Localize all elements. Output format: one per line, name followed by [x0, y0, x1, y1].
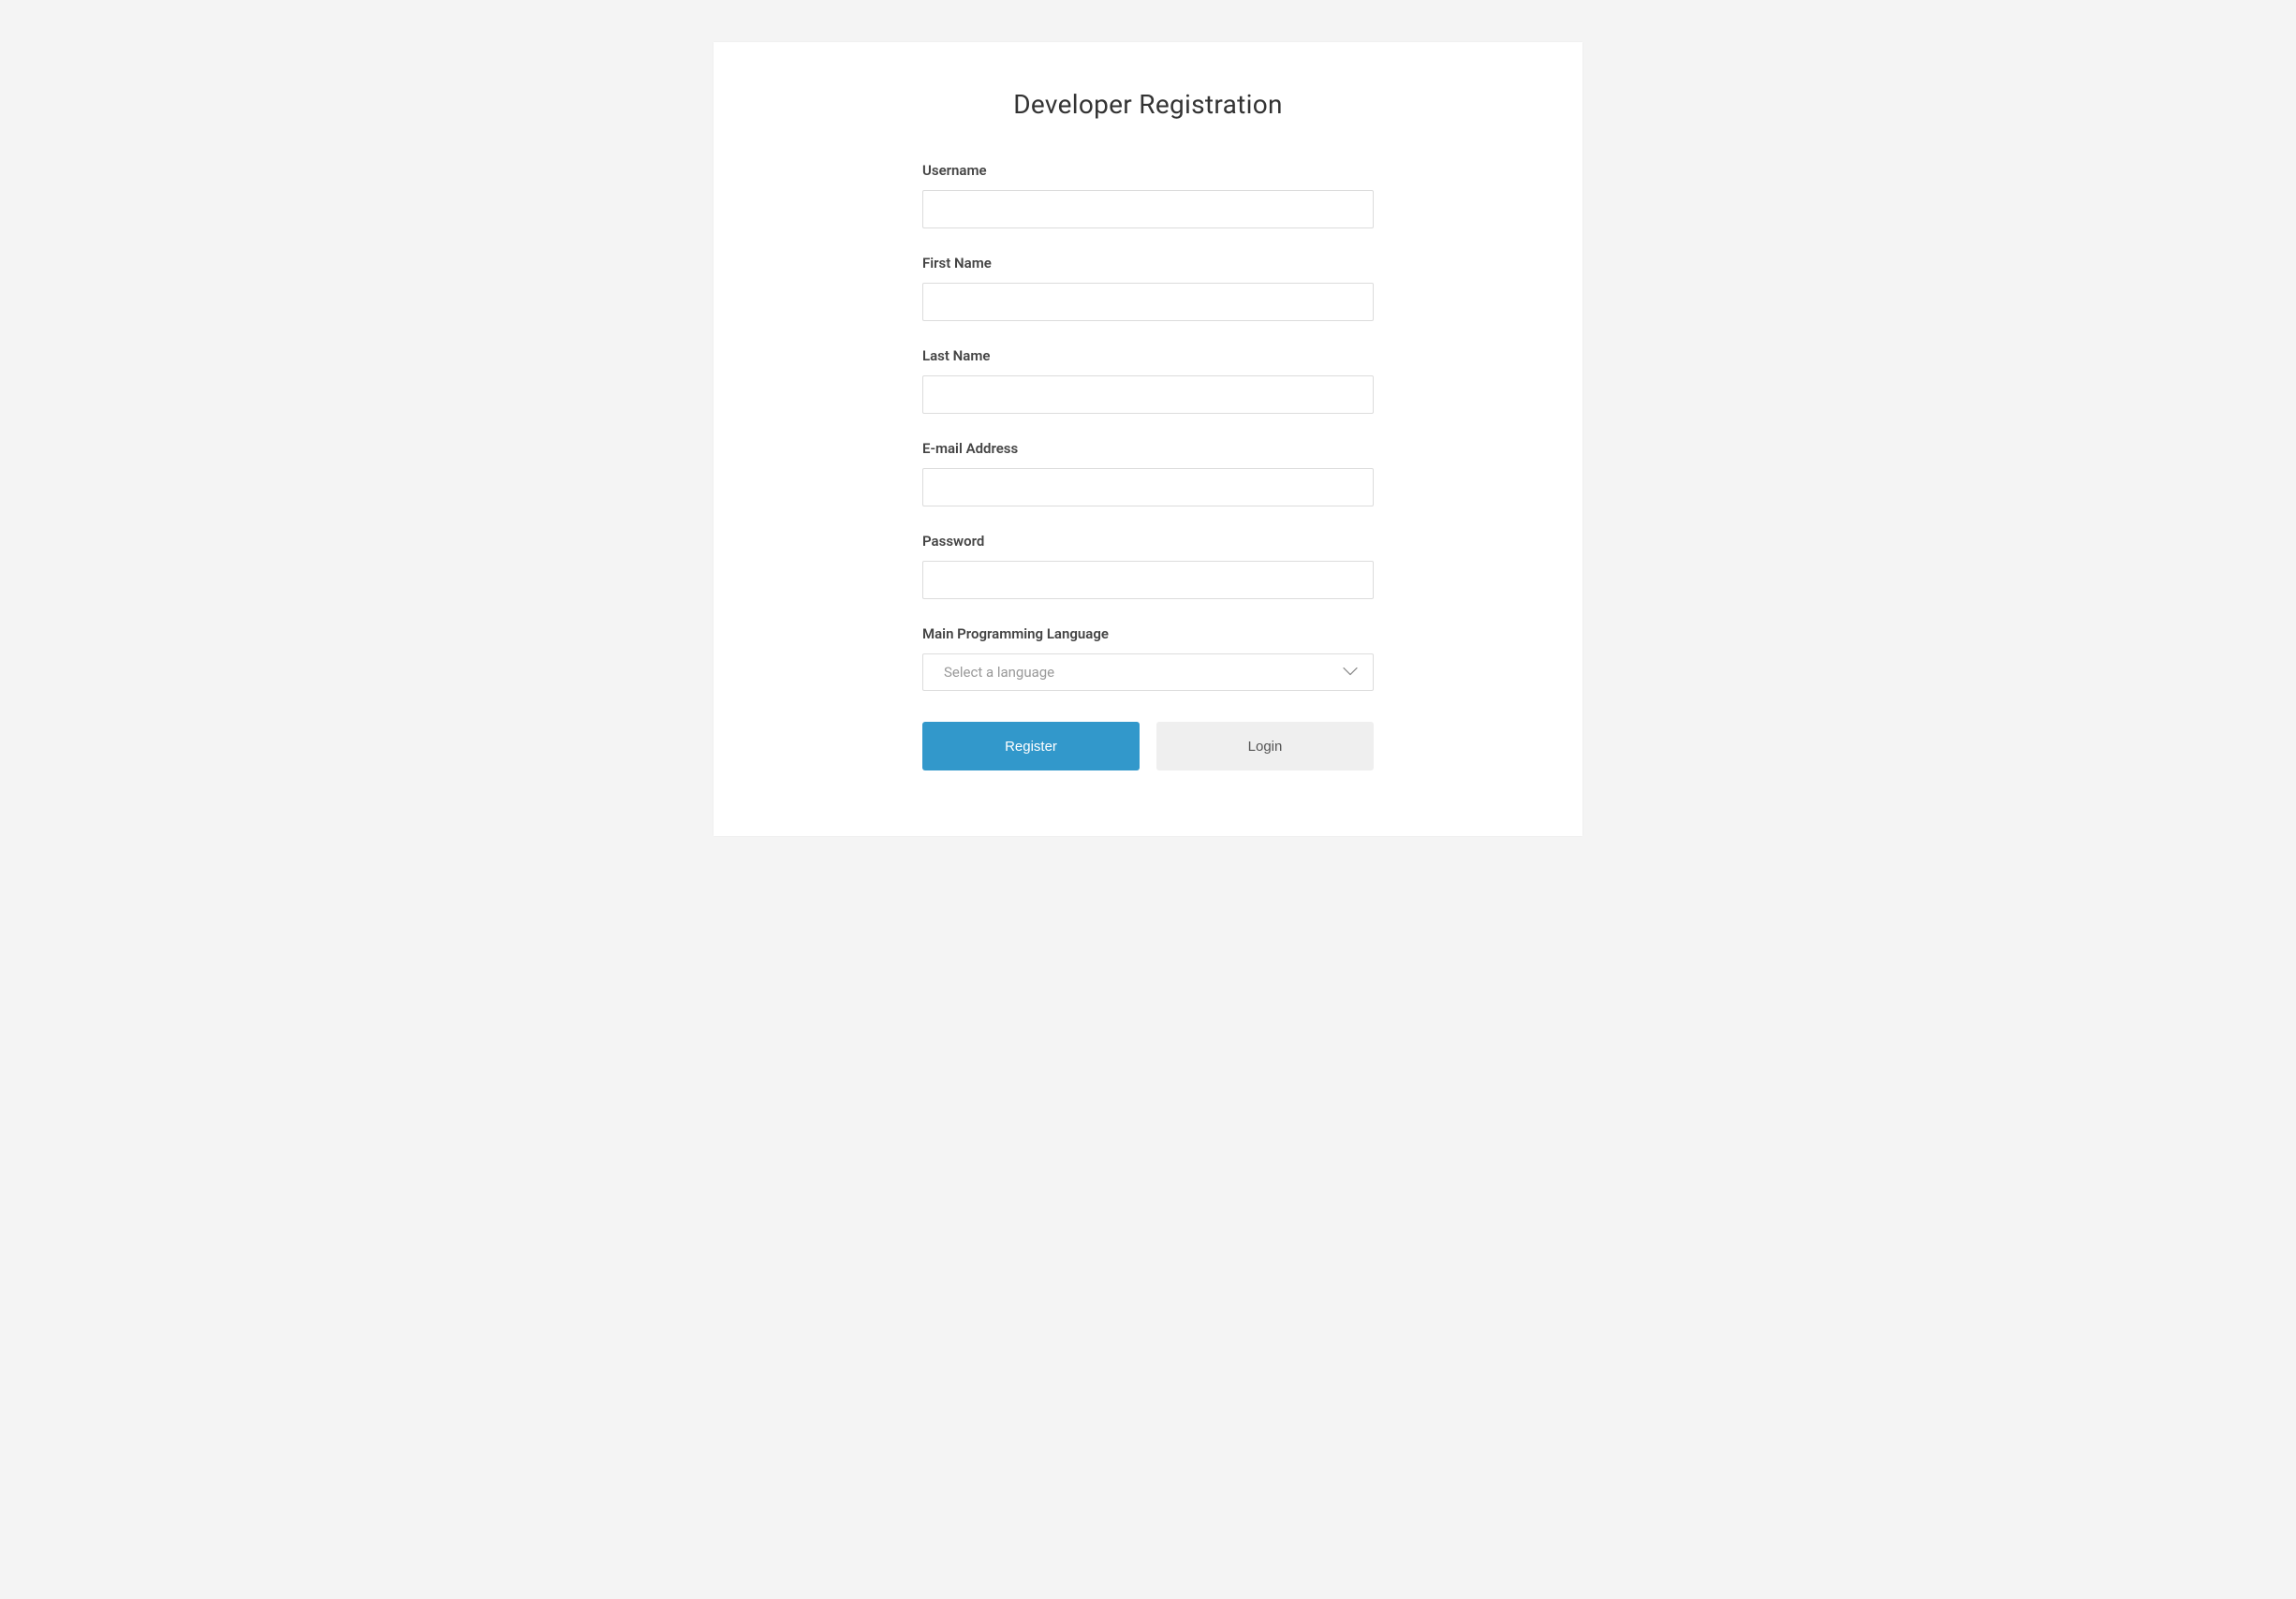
email-input[interactable]	[922, 468, 1374, 506]
form-group-email: E-mail Address	[922, 440, 1374, 506]
language-select-placeholder: Select a language	[944, 664, 1054, 681]
last-name-label: Last Name	[922, 347, 1374, 364]
form-group-first-name: First Name	[922, 255, 1374, 321]
password-label: Password	[922, 533, 1374, 550]
language-select[interactable]: Select a language	[922, 653, 1374, 691]
username-input[interactable]	[922, 190, 1374, 228]
first-name-label: First Name	[922, 255, 1374, 271]
registration-card: Developer Registration Username First Na…	[714, 42, 1582, 836]
form-group-last-name: Last Name	[922, 347, 1374, 414]
registration-form: Username First Name Last Name E-mail Add…	[922, 162, 1374, 770]
email-label: E-mail Address	[922, 440, 1374, 457]
register-button[interactable]: Register	[922, 722, 1140, 770]
login-button[interactable]: Login	[1156, 722, 1374, 770]
username-label: Username	[922, 162, 1374, 179]
page-title: Developer Registration	[714, 89, 1582, 120]
form-group-language: Main Programming Language Select a langu…	[922, 625, 1374, 691]
language-select-wrapper: Select a language	[922, 653, 1374, 691]
button-row: Register Login	[922, 722, 1374, 770]
form-group-username: Username	[922, 162, 1374, 228]
password-input[interactable]	[922, 561, 1374, 599]
language-label: Main Programming Language	[922, 625, 1374, 642]
form-group-password: Password	[922, 533, 1374, 599]
last-name-input[interactable]	[922, 375, 1374, 414]
first-name-input[interactable]	[922, 283, 1374, 321]
